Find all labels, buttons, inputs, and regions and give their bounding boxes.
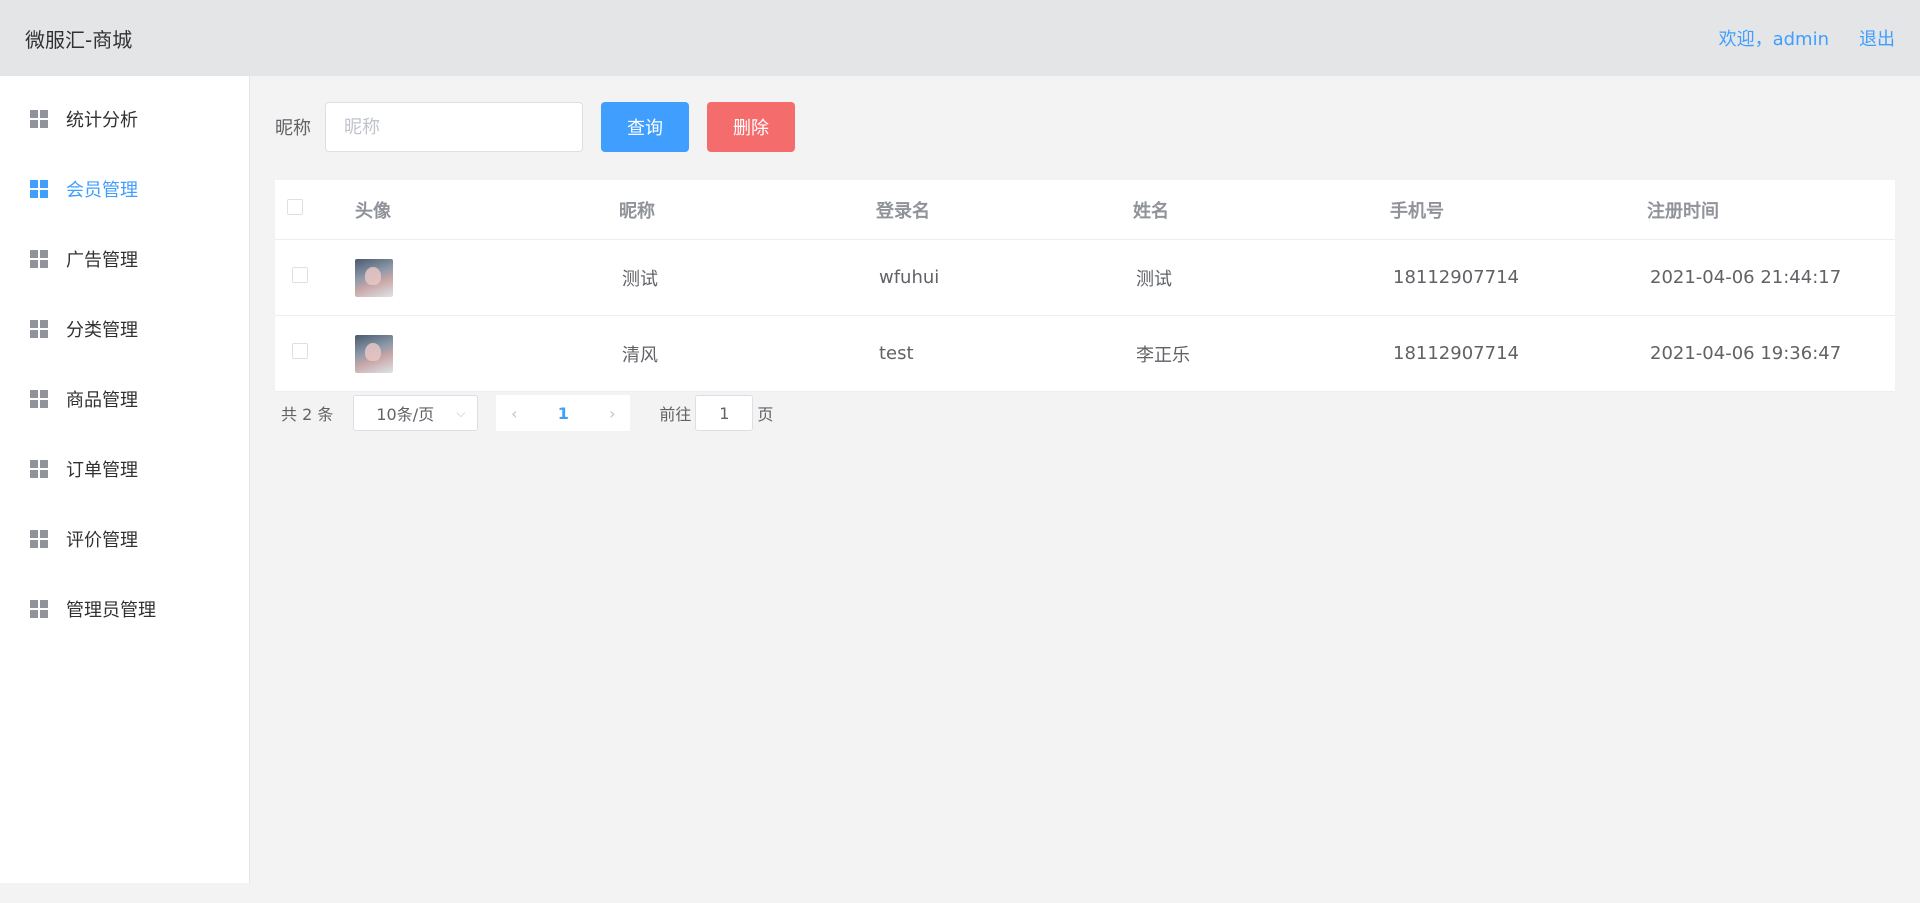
sidebar-item-products[interactable]: 商品管理: [0, 364, 249, 434]
nickname-label: 昵称: [275, 118, 311, 139]
sidebar-item-orders[interactable]: 订单管理: [0, 434, 249, 504]
grid-icon: [30, 320, 48, 338]
sidebar-item-label: 分类管理: [66, 320, 138, 341]
main-content: 昵称 查询 删除 头像 昵称 登录名 姓名 手机号 注册时间 测试 wfuhui…: [250, 76, 1920, 883]
sidebar-item-label: 管理员管理: [66, 600, 156, 621]
pagination-total: 共 2 条: [281, 405, 334, 424]
nickname-search-input[interactable]: [325, 102, 583, 152]
cell-name: 李正乐: [1136, 344, 1190, 366]
goto-page-input[interactable]: [695, 395, 754, 431]
sidebar-item-members[interactable]: 会员管理: [0, 154, 249, 224]
chevron-down-icon: ⌵: [456, 405, 466, 420]
sidebar-item-admins[interactable]: 管理员管理: [0, 574, 249, 644]
select-all-checkbox[interactable]: [287, 199, 303, 215]
sidebar-item-ads[interactable]: 广告管理: [0, 224, 249, 294]
sidebar-item-label: 订单管理: [66, 460, 138, 481]
avatar: [355, 258, 393, 297]
column-header-nickname: 昵称: [619, 200, 655, 222]
sidebar-item-label: 会员管理: [66, 180, 138, 201]
goto-page: 前往 页: [659, 395, 773, 431]
cell-phone: 18112907714: [1393, 343, 1519, 364]
table-row[interactable]: 测试 wfuhui 测试 18112907714 2021-04-06 21:4…: [275, 240, 1895, 316]
sidebar-item-label: 评价管理: [66, 530, 138, 551]
sidebar-item-categories[interactable]: 分类管理: [0, 294, 249, 364]
cell-registered: 2021-04-06 19:36:47: [1650, 343, 1842, 364]
grid-icon: [30, 390, 48, 408]
cell-nickname: 测试: [622, 268, 658, 290]
sidebar-item-reviews[interactable]: 评价管理: [0, 504, 249, 574]
search-bar: 昵称 查询 删除: [275, 102, 1895, 152]
grid-icon: [30, 460, 48, 478]
cell-nickname: 清风: [622, 344, 658, 366]
members-table: 头像 昵称 登录名 姓名 手机号 注册时间 测试 wfuhui 测试 18112…: [275, 180, 1895, 392]
page-number-current[interactable]: 1: [532, 404, 594, 423]
page-size-select[interactable]: 10条/页 ⌵: [353, 395, 479, 431]
bottom-strip: [0, 883, 1920, 903]
table-header-row: 头像 昵称 登录名 姓名 手机号 注册时间: [275, 180, 1895, 240]
delete-button[interactable]: 删除: [707, 102, 795, 152]
table-row[interactable]: 清风 test 李正乐 18112907714 2021-04-06 19:36…: [275, 316, 1895, 392]
grid-icon: [30, 180, 48, 198]
goto-suffix: 页: [757, 405, 774, 424]
sidebar-item-label: 统计分析: [66, 110, 138, 131]
sidebar-item-label: 商品管理: [66, 390, 138, 411]
row-checkbox[interactable]: [292, 343, 308, 359]
sidebar: 统计分析 会员管理 广告管理 分类管理 商品管理 订单管理 评价管理 管理员管理: [0, 76, 250, 883]
cell-login: test: [879, 343, 914, 364]
grid-icon: [30, 110, 48, 128]
grid-icon: [30, 600, 48, 618]
brand-title: 微服汇-商城: [25, 27, 133, 52]
column-header-login: 登录名: [876, 200, 930, 222]
header-user-area: 欢迎，admin 退出: [1719, 25, 1895, 51]
cell-phone: 18112907714: [1393, 267, 1519, 288]
cell-login: wfuhui: [879, 267, 940, 288]
column-header-avatar: 头像: [355, 200, 391, 222]
logout-link[interactable]: 退出: [1859, 25, 1895, 51]
cell-name: 测试: [1136, 268, 1172, 290]
pagination: 共 2 条 10条/页 ⌵ ‹ 1 › 前往 页: [275, 394, 1895, 432]
next-page-icon[interactable]: ›: [594, 404, 630, 423]
sidebar-item-statistics[interactable]: 统计分析: [0, 84, 249, 154]
page-size-value: 10条/页: [376, 405, 435, 424]
column-header-phone: 手机号: [1390, 200, 1444, 222]
row-checkbox[interactable]: [292, 267, 308, 283]
cell-registered: 2021-04-06 21:44:17: [1650, 267, 1842, 288]
sidebar-item-label: 广告管理: [66, 250, 138, 271]
query-button[interactable]: 查询: [601, 102, 689, 152]
grid-icon: [30, 530, 48, 548]
pager-nav: ‹ 1 ›: [496, 395, 631, 431]
column-header-name: 姓名: [1133, 200, 1169, 222]
top-header: 微服汇-商城 欢迎，admin 退出: [0, 0, 1920, 76]
prev-page-icon[interactable]: ‹: [496, 404, 532, 423]
goto-prefix: 前往: [659, 405, 692, 424]
avatar: [355, 334, 393, 373]
column-header-registered: 注册时间: [1647, 200, 1719, 222]
grid-icon: [30, 250, 48, 268]
welcome-text: 欢迎，admin: [1718, 29, 1829, 50]
